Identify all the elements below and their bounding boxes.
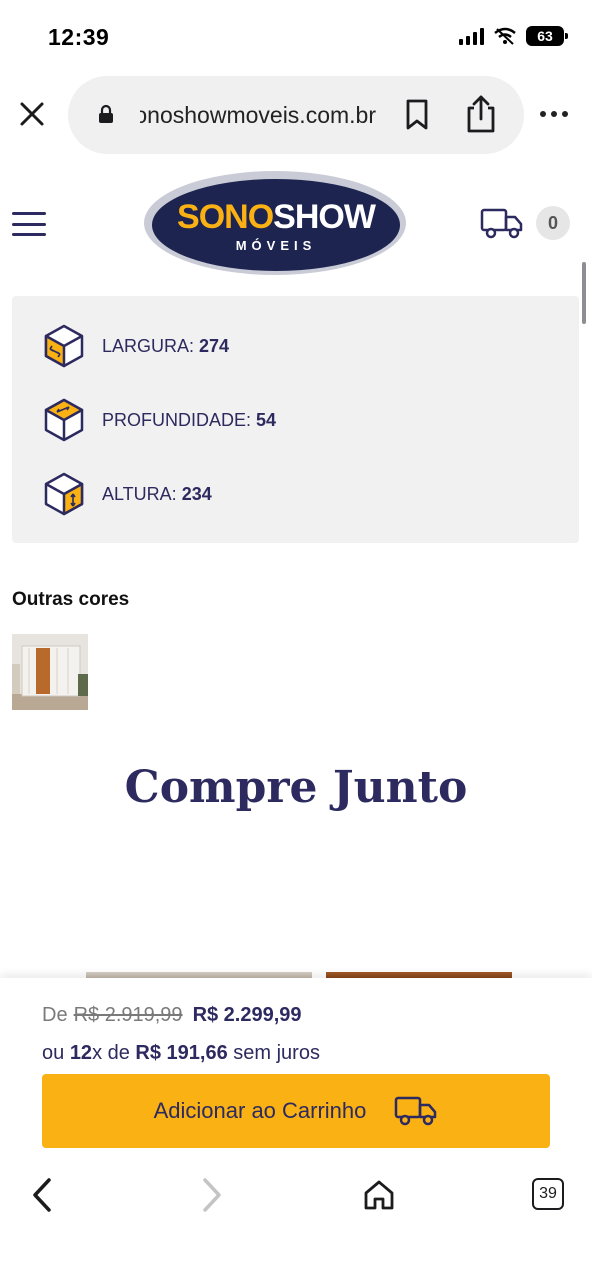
installment-value: R$ 191,66 [135, 1042, 228, 1064]
price-line: De R$ 2.919,99 R$ 2.299,99 [42, 1004, 302, 1027]
old-price: R$ 2.919,99 [73, 1004, 183, 1026]
wifi-off-icon [494, 27, 516, 45]
logo-subtext: MÓVEIS [236, 238, 317, 253]
status-time: 12:39 [48, 24, 110, 50]
chevron-right-icon [203, 1178, 221, 1212]
close-icon [20, 102, 44, 126]
status-icons: 63 [459, 26, 568, 46]
dimension-width-text: LARGURA: 274 [102, 335, 230, 356]
current-price: R$ 2.299,99 [192, 1004, 302, 1026]
purchase-bar: De R$ 2.919,99 R$ 2.299,99 ou 12x de R$ 19… [0, 978, 592, 1166]
page-scrollbar[interactable] [582, 262, 586, 324]
add-to-cart-label: Adicionar ao Carrinho [153, 1098, 367, 1123]
price-de-label: De [42, 1004, 68, 1026]
dimension-height-text: ALTURA: 234 [102, 483, 212, 504]
sonoshow-logo[interactable]: SONOSHOW MÓVEIS [142, 168, 408, 278]
share-button[interactable] [464, 94, 498, 134]
dimension-row-width: LARGURA: 274 [40, 321, 229, 371]
more-options-icon[interactable] [540, 104, 574, 124]
color-option-thumbnail[interactable] [12, 634, 88, 710]
chevron-left-icon [33, 1178, 51, 1212]
back-button[interactable] [28, 1176, 58, 1214]
box-depth-icon [44, 398, 84, 442]
bookmark-icon [406, 99, 428, 130]
url-text: sonoshowmoveis.com.br [140, 102, 376, 128]
compre-junto-heading: Compre Junto [124, 762, 468, 813]
cart-count-badge[interactable]: 0 [536, 206, 570, 240]
logo-graphic: SONOSHOW MÓVEIS [144, 171, 406, 275]
bookmark-button[interactable] [402, 98, 432, 132]
browser-url-row: sonoshowmoveis.com.br [0, 74, 592, 156]
site-header: SONOSHOW MÓVEIS 0 [0, 160, 592, 280]
status-bar: 12:39 63 [0, 0, 592, 70]
dimension-depth-text: PROFUNDIDADE: 54 [102, 409, 277, 430]
logo-text-sono: SONO [177, 198, 274, 236]
close-button[interactable] [14, 96, 50, 132]
home-icon [364, 1180, 394, 1210]
lock-icon [99, 104, 113, 123]
other-colors-title: Outras cores [12, 589, 130, 610]
installment-count: 12 [69, 1042, 93, 1064]
box-height-icon [44, 472, 84, 516]
truck-icon [395, 1096, 437, 1126]
dimension-row-height: ALTURA: 234 [40, 469, 212, 519]
truck-icon [480, 208, 523, 239]
home-button[interactable] [362, 1178, 396, 1212]
address-bar[interactable]: sonoshowmoveis.com.br [68, 76, 524, 154]
installment-line: ou 12x de R$ 191,66 sem juros [42, 1042, 320, 1064]
signal-icon [459, 27, 484, 45]
share-icon [467, 95, 495, 133]
logo-text-show: SHOW [273, 198, 377, 236]
hamburger-menu-icon[interactable] [12, 212, 46, 236]
forward-button[interactable] [196, 1176, 226, 1214]
delivery-truck-button[interactable] [480, 206, 524, 240]
dimension-row-depth: PROFUNDIDADE: 54 [40, 395, 276, 445]
add-to-cart-button[interactable]: Adicionar ao Carrinho [42, 1074, 550, 1148]
svg-text:SONOSHOW: SONOSHOW [177, 198, 377, 236]
battery-icon: 63 [526, 26, 568, 46]
box-width-icon [44, 324, 84, 368]
browser-bottom-toolbar: 39 [0, 1166, 592, 1280]
tabs-button[interactable]: 39 [532, 1178, 564, 1210]
wardrobe-thumbnail-image [12, 634, 88, 710]
dimensions-panel: LARGURA: 274 PROFUNDIDADE: 54 ALTURA: 23… [12, 296, 579, 543]
